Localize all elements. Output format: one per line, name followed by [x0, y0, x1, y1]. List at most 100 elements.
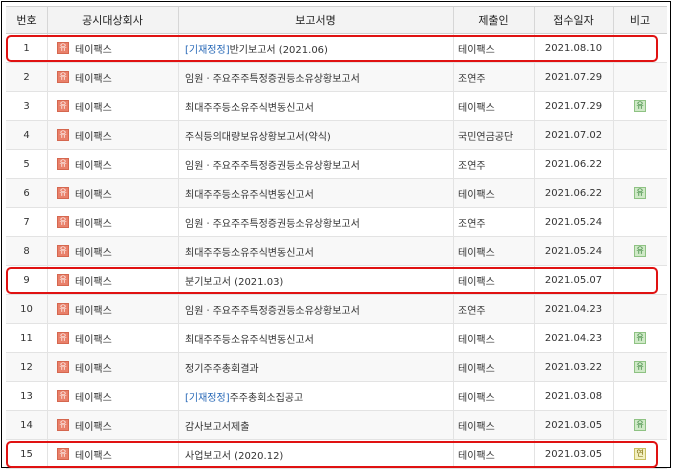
company-cell[interactable]: 유 테이팩스 [47, 63, 178, 91]
report-cell[interactable]: 최대주주등소유주식변동신고서 [178, 92, 453, 120]
company-link[interactable]: 테이팩스 [75, 273, 112, 288]
note-badge-icon: 유 [634, 187, 646, 199]
report-link[interactable]: 임원ㆍ주요주주특정증권등소유상황보고서 [185, 215, 360, 230]
report-cell[interactable]: [기재정정] 주주총회소집공고 [178, 382, 453, 410]
company-cell[interactable]: 유 테이팩스 [47, 382, 178, 410]
filer-cell: 국민연금공단 [458, 131, 514, 143]
report-correction-prefix[interactable]: [기재정정] [185, 389, 230, 404]
report-correction-prefix[interactable]: [기재정정] [185, 41, 230, 56]
receipt-date-cell: 2021.07.29 [544, 100, 603, 112]
report-link[interactable]: 최대주주등소유주식변동신고서 [185, 186, 314, 201]
note-badge-icon: 유 [634, 245, 646, 257]
listed-company-badge-icon: 유 [57, 71, 69, 83]
report-cell[interactable]: 사업보고서 (2020.12) [178, 440, 453, 468]
note-cell: 유 [613, 92, 667, 120]
company-cell[interactable]: 유 테이팩스 [47, 266, 178, 294]
table-row: 4 유 테이팩스 주식등의대량보유상황보고서(약식) 국민연금공단 2021.07.02 [6, 121, 667, 150]
company-cell[interactable]: 유 테이팩스 [47, 411, 178, 439]
receipt-date-cell: 2021.03.05 [544, 419, 603, 431]
listed-company-badge-icon: 유 [57, 448, 69, 460]
listed-company-badge-icon: 유 [57, 361, 69, 373]
filer-cell: 조연주 [458, 218, 486, 230]
report-link[interactable]: 분기보고서 (2021.03) [185, 273, 283, 288]
listed-company-badge-icon: 유 [57, 303, 69, 315]
note-badge-icon: 유 [634, 332, 646, 344]
row-number: 9 [23, 274, 30, 286]
report-link[interactable]: 임원ㆍ주요주주특정증권등소유상황보고서 [185, 70, 360, 85]
note-cell [613, 208, 667, 236]
report-link[interactable]: 주주총회소집공고 [230, 389, 304, 404]
report-cell[interactable]: 정기주주총회결과 [178, 353, 453, 381]
table-row: 1 유 테이팩스 [기재정정] 반기보고서 (2021.06) 테이팩스 2021.08.1… [6, 34, 667, 63]
receipt-date-cell: 2021.05.24 [544, 216, 603, 228]
company-cell[interactable]: 유 테이팩스 [47, 208, 178, 236]
company-cell[interactable]: 유 테이팩스 [47, 324, 178, 352]
company-link[interactable]: 테이팩스 [75, 244, 112, 259]
receipt-date-cell: 2021.08.10 [544, 42, 603, 54]
company-cell[interactable]: 유 테이팩스 [47, 179, 178, 207]
note-cell [613, 34, 667, 62]
report-link[interactable]: 정기주주총회결과 [185, 360, 259, 375]
report-link[interactable]: 최대주주등소유주식변동신고서 [185, 244, 314, 259]
report-cell[interactable]: 최대주주등소유주식변동신고서 [178, 237, 453, 265]
company-cell[interactable]: 유 테이팩스 [47, 34, 178, 62]
company-cell[interactable]: 유 테이팩스 [47, 353, 178, 381]
report-cell[interactable]: 임원ㆍ주요주주특정증권등소유상황보고서 [178, 150, 453, 178]
report-cell[interactable]: 임원ㆍ주요주주특정증권등소유상황보고서 [178, 63, 453, 91]
report-cell[interactable]: 임원ㆍ주요주주특정증권등소유상황보고서 [178, 208, 453, 236]
row-number: 6 [23, 187, 30, 199]
company-link[interactable]: 테이팩스 [75, 302, 112, 317]
table-row: 2 유 테이팩스 임원ㆍ주요주주특정증권등소유상황보고서 조연주 2021.07.29 [6, 63, 667, 92]
report-link[interactable]: 사업보고서 (2020.12) [185, 447, 283, 462]
row-number: 5 [23, 158, 30, 170]
report-link[interactable]: 최대주주등소유주식변동신고서 [185, 99, 314, 114]
company-cell[interactable]: 유 테이팩스 [47, 440, 178, 468]
company-link[interactable]: 테이팩스 [75, 128, 112, 143]
listed-company-badge-icon: 유 [57, 419, 69, 431]
row-number: 7 [23, 216, 30, 228]
filer-cell: 테이팩스 [458, 247, 495, 259]
report-cell[interactable]: [기재정정] 반기보고서 (2021.06) [178, 34, 453, 62]
report-link[interactable]: 감사보고서제출 [185, 418, 249, 433]
company-cell[interactable]: 유 테이팩스 [47, 150, 178, 178]
note-cell: 유 [613, 353, 667, 381]
filer-cell: 테이팩스 [458, 421, 495, 433]
company-cell[interactable]: 유 테이팩스 [47, 295, 178, 323]
company-link[interactable]: 테이팩스 [75, 389, 112, 404]
report-link[interactable]: 주식등의대량보유상황보고서(약식) [185, 128, 331, 143]
report-link[interactable]: 반기보고서 (2021.06) [230, 41, 328, 56]
note-badge-icon: 유 [634, 419, 646, 431]
company-link[interactable]: 테이팩스 [75, 186, 112, 201]
report-cell[interactable]: 주식등의대량보유상황보고서(약식) [178, 121, 453, 149]
report-link[interactable]: 임원ㆍ주요주주특정증권등소유상황보고서 [185, 302, 360, 317]
report-link[interactable]: 임원ㆍ주요주주특정증권등소유상황보고서 [185, 157, 360, 172]
company-link[interactable]: 테이팩스 [75, 447, 112, 462]
company-link[interactable]: 테이팩스 [75, 70, 112, 85]
company-link[interactable]: 테이팩스 [75, 41, 112, 56]
company-cell[interactable]: 유 테이팩스 [47, 121, 178, 149]
report-cell[interactable]: 분기보고서 (2021.03) [178, 266, 453, 294]
company-link[interactable]: 테이팩스 [75, 418, 112, 433]
listed-company-badge-icon: 유 [57, 390, 69, 402]
report-cell[interactable]: 최대주주등소유주식변동신고서 [178, 324, 453, 352]
receipt-date-cell: 2021.07.02 [544, 129, 603, 141]
table-row: 12 유 테이팩스 정기주주총회결과 테이팩스 2021.03.22 유 [6, 353, 667, 382]
note-badge-icon: 연 [634, 448, 646, 460]
company-cell[interactable]: 유 테이팩스 [47, 92, 178, 120]
report-link[interactable]: 최대주주등소유주식변동신고서 [185, 331, 314, 346]
report-cell[interactable]: 최대주주등소유주식변동신고서 [178, 179, 453, 207]
company-link[interactable]: 테이팩스 [75, 215, 112, 230]
row-number: 13 [20, 390, 33, 402]
row-number: 2 [23, 71, 30, 83]
company-link[interactable]: 테이팩스 [75, 331, 112, 346]
receipt-date-cell: 2021.05.24 [544, 245, 603, 257]
company-cell[interactable]: 유 테이팩스 [47, 237, 178, 265]
report-cell[interactable]: 감사보고서제출 [178, 411, 453, 439]
filer-cell: 조연주 [458, 305, 486, 317]
report-cell[interactable]: 임원ㆍ주요주주특정증권등소유상황보고서 [178, 295, 453, 323]
company-link[interactable]: 테이팩스 [75, 157, 112, 172]
receipt-date-cell: 2021.07.29 [544, 71, 603, 83]
header-note: 비고 [629, 14, 651, 27]
company-link[interactable]: 테이팩스 [75, 360, 112, 375]
company-link[interactable]: 테이팩스 [75, 99, 112, 114]
